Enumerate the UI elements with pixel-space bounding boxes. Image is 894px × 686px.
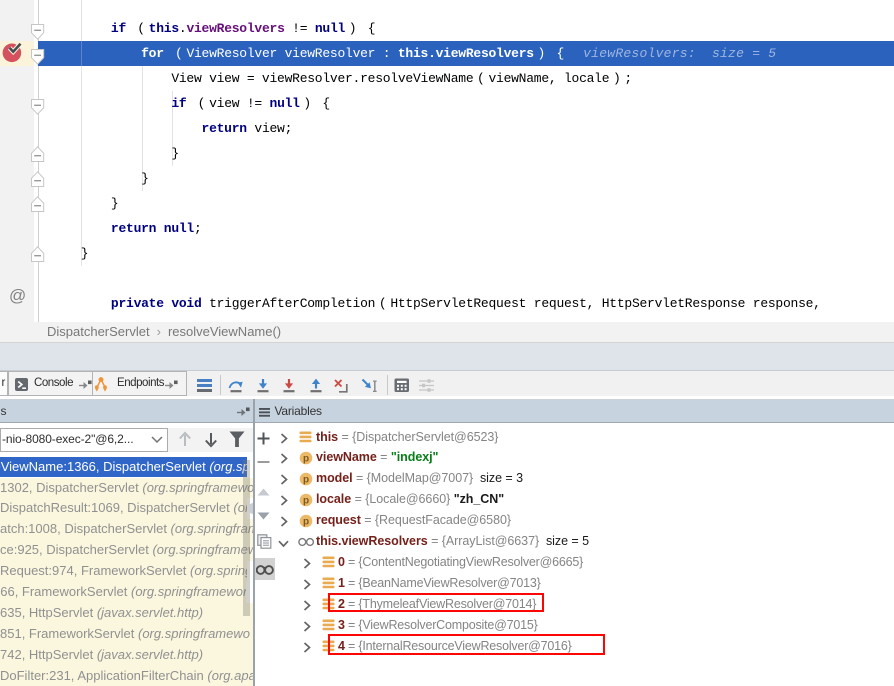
svg-text:p: p xyxy=(302,496,308,507)
svg-text:p: p xyxy=(302,454,308,465)
svg-text:p: p xyxy=(302,475,308,486)
svg-text:p: p xyxy=(302,517,308,528)
